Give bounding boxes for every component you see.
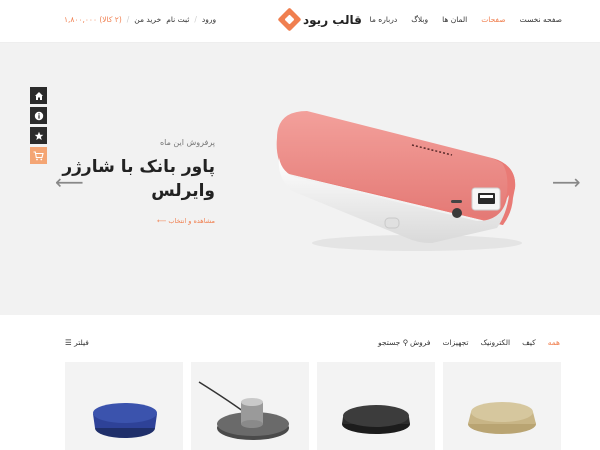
product-card[interactable] [191, 362, 309, 450]
account-links: ورود / ثبت نام خرید من / (۲ کالا) ۱,۸۰۰,… [64, 15, 216, 24]
register-link[interactable]: ثبت نام [166, 15, 189, 24]
nav-about[interactable]: درباره ما [370, 15, 398, 24]
hero-cta-link[interactable]: مشاهده و انتخاب ⟵ [35, 217, 215, 225]
product-grid [0, 362, 600, 450]
hero-headline-line2: وایرلس [151, 181, 215, 201]
hero-slider: ⟵ ⟶ پرفروش این ماه پاور بانک با شارژر وا… [0, 43, 600, 315]
product-filters: همه کیف الکترونیک تجهیزات فروش ⚲ جستجو ف… [0, 330, 600, 356]
category-tabs: همه کیف الکترونیک تجهیزات فروش [410, 338, 560, 347]
nav-home[interactable]: صفحه نخست [520, 15, 562, 24]
product-image-gray-pad [198, 381, 289, 440]
filter-button[interactable]: فیلتر ☰ [65, 338, 89, 347]
hero-headline-line1: پاور بانک با شارژر [62, 157, 215, 177]
cart-total[interactable]: (۲ کالا) ۱,۸۰۰,۰۰۰ [64, 15, 122, 24]
search-icon: ⚲ [402, 338, 409, 347]
product-image-powerbank [276, 111, 522, 251]
site-header: صفحه نخست صفحات المان ها وبلاگ درباره ما… [0, 0, 600, 43]
product-card[interactable] [65, 362, 183, 450]
product-card[interactable] [317, 362, 435, 450]
next-slide-arrow[interactable]: ⟶ [552, 172, 581, 192]
search-button[interactable]: ⚲ جستجو [378, 338, 408, 347]
hero-headline: پاور بانک با شارژر وایرلس [35, 155, 215, 203]
logo-icon [277, 7, 302, 32]
filter-label: فیلتر [74, 338, 89, 347]
my-purchases-link[interactable]: خرید من [134, 15, 161, 24]
logo-text: قالب ریود [303, 12, 362, 27]
hero-kicker: پرفروش این ماه [159, 138, 215, 147]
tab-electronics[interactable]: الکترونیک [480, 338, 510, 347]
hero-text: پرفروش این ماه پاور بانک با شارژر وایرلس… [35, 138, 215, 225]
separator: / [126, 15, 130, 24]
product-image-gold-speaker [468, 402, 536, 434]
nav-elements[interactable]: المان ها [442, 15, 467, 24]
home-icon[interactable] [30, 87, 47, 104]
nav-blog[interactable]: وبلاگ [411, 15, 428, 24]
main-nav: صفحه نخست صفحات المان ها وبلاگ درباره ما [370, 15, 562, 24]
search-label: جستجو [378, 338, 401, 347]
tab-all[interactable]: همه [548, 338, 560, 347]
tab-equipment[interactable]: تجهیزات [443, 338, 469, 347]
sliders-icon: ☰ [65, 338, 72, 347]
separator: / [194, 15, 197, 24]
tab-bags[interactable]: کیف [522, 338, 536, 347]
hero-cta-label: مشاهده و انتخاب [168, 217, 215, 225]
info-icon[interactable] [30, 107, 47, 124]
product-image-blue-speaker [93, 403, 157, 438]
site-logo[interactable]: قالب ریود [277, 7, 362, 32]
arrow-left-icon: ⟵ [156, 217, 167, 225]
tab-sale[interactable]: فروش [410, 338, 431, 347]
product-image-black-charger [342, 405, 410, 434]
login-link[interactable]: ورود [202, 15, 216, 24]
product-card[interactable] [443, 362, 561, 450]
nav-pages[interactable]: صفحات [481, 15, 505, 24]
